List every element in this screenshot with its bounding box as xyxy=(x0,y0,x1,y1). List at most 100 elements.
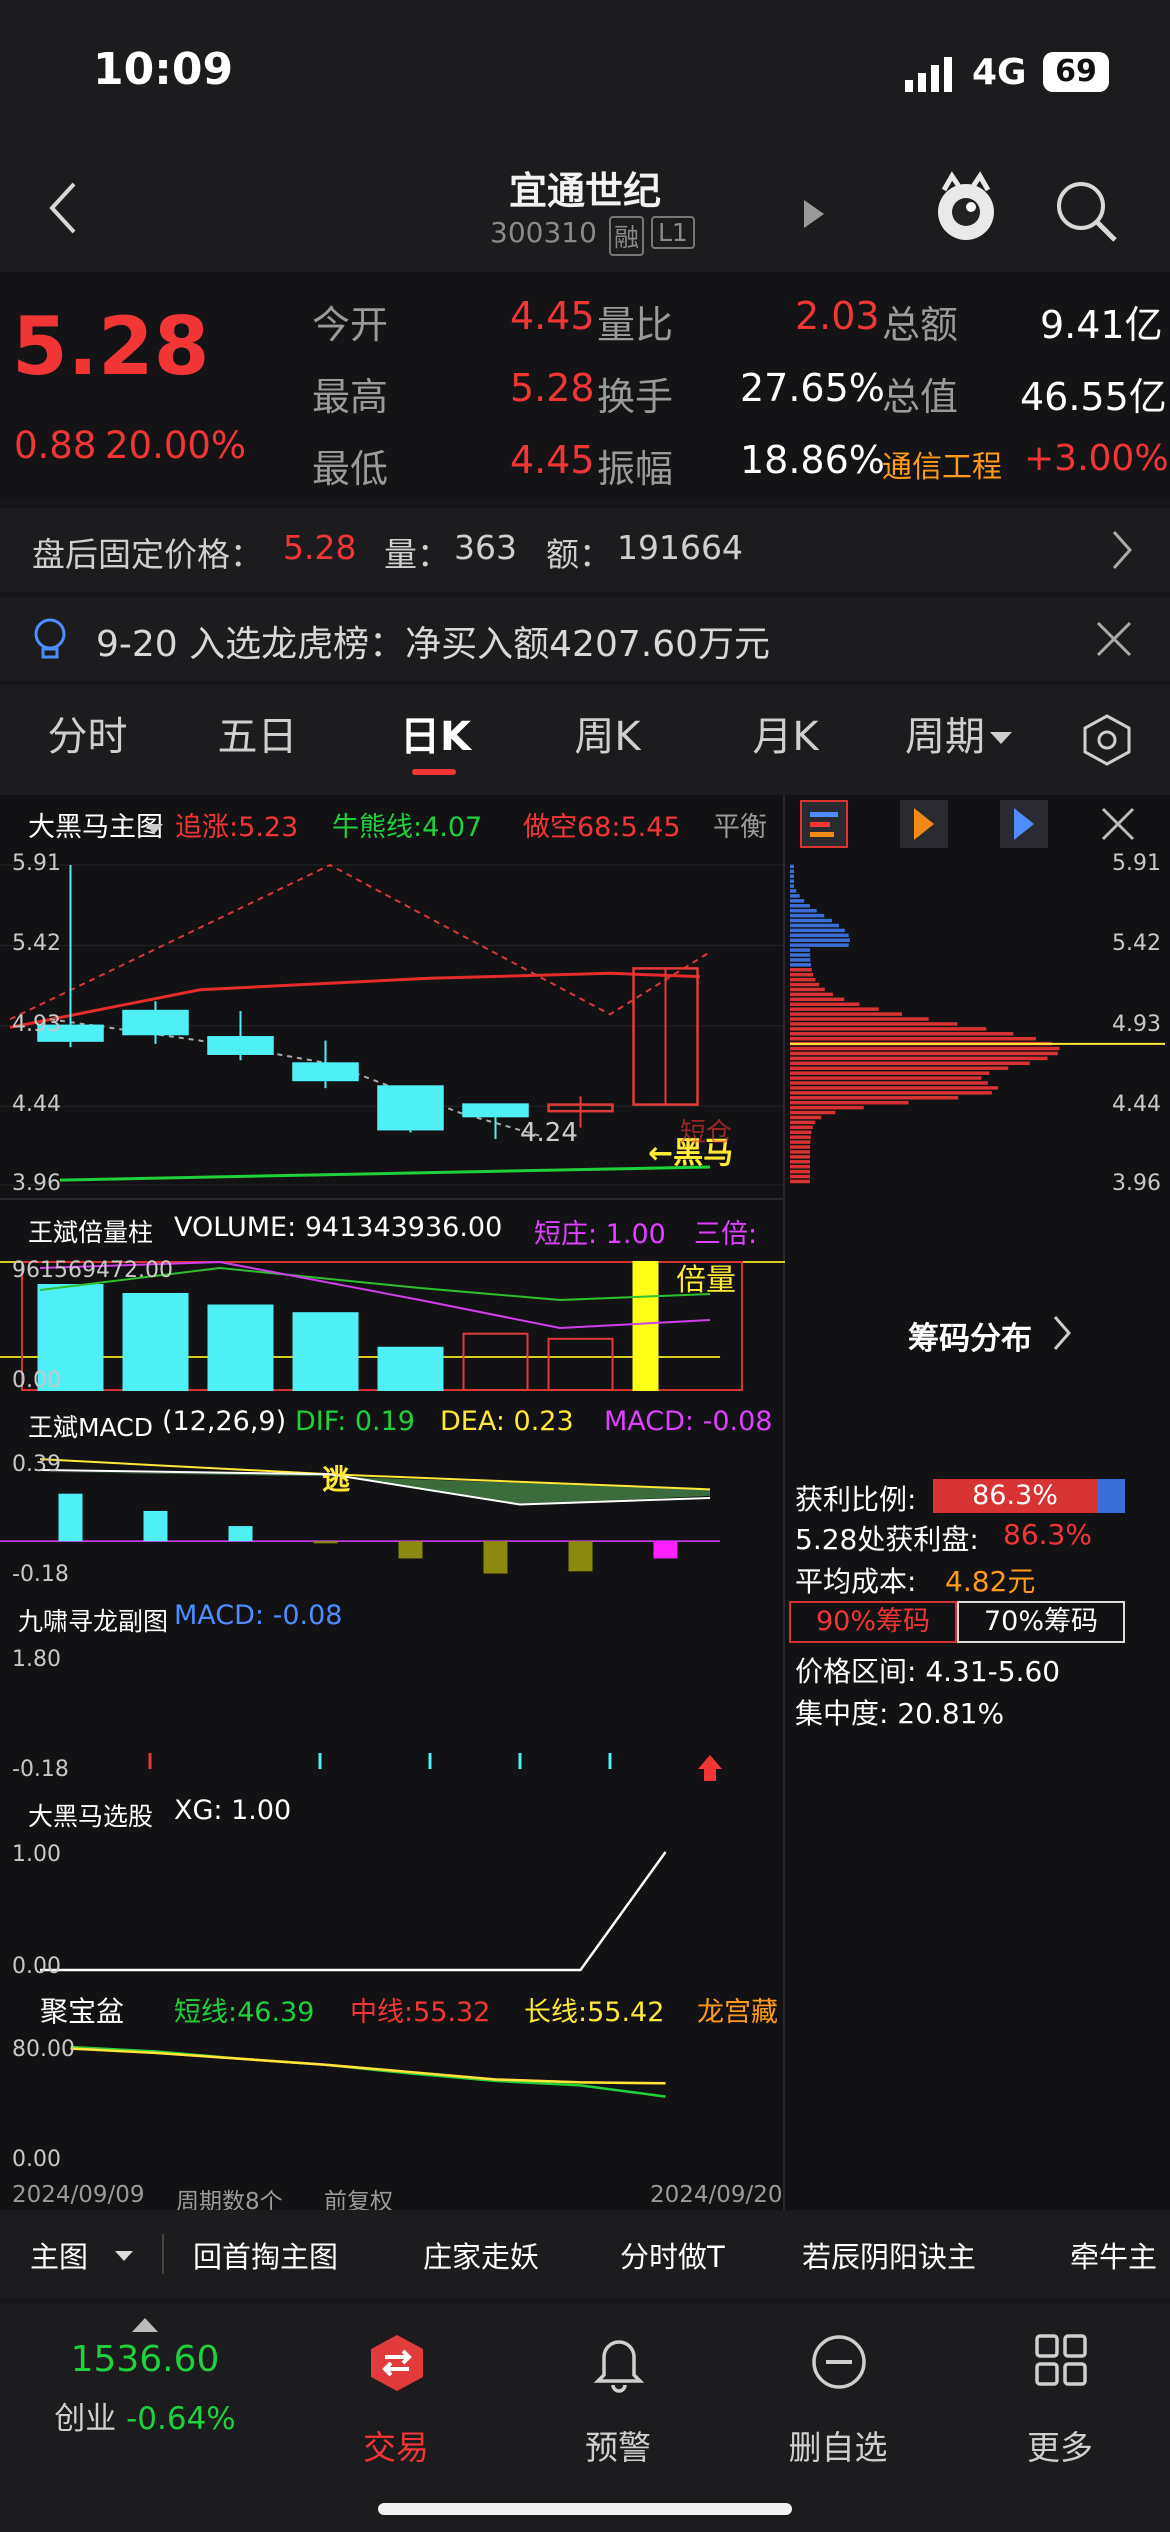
index-change[interactable]: 创业 -0.64% xyxy=(0,2393,290,2438)
jbp-short: 短线:46.39 xyxy=(174,1997,315,2028)
note-duancang: 短仓 xyxy=(680,1118,733,1148)
indicator-main[interactable]: 主图 xyxy=(30,2234,88,2276)
chip-mode-icon-3[interactable] xyxy=(1000,800,1048,848)
indicator-1[interactable]: 回首掏主图 xyxy=(193,2234,338,2276)
indicator-4[interactable]: 若辰阴阳诀主 xyxy=(802,2234,976,2276)
tab-intraday[interactable]: 分时 xyxy=(20,685,155,795)
close-icon[interactable] xyxy=(1094,619,1134,663)
level-tag: L1 xyxy=(651,216,695,249)
tab-five-day[interactable]: 五日 xyxy=(190,685,325,795)
chip-bar xyxy=(790,1076,982,1080)
next-stock-icon[interactable] xyxy=(802,198,826,234)
after-hours-row[interactable]: 盘后固定价格： 5.28 量： 363 额： 191664 xyxy=(0,508,1170,592)
search-icon[interactable] xyxy=(1053,178,1119,248)
jx-arrow-stem xyxy=(704,1769,716,1781)
index-value-text: 1536.60 xyxy=(70,2339,220,2380)
candle-body xyxy=(122,1009,189,1036)
volume-bar xyxy=(207,1304,274,1392)
macd-value: MACD: -0.08 xyxy=(604,1406,773,1437)
remove-label: 删自选 xyxy=(788,2428,888,2467)
chip-bar xyxy=(790,1081,988,1085)
chip-chevron-icon[interactable] xyxy=(1052,1314,1072,1356)
vol-panel-title[interactable]: 王斌倍量柱 xyxy=(28,1213,153,1249)
tab-active-indicator xyxy=(412,769,456,775)
profit-ratio-value: 86.3% xyxy=(933,1479,1097,1513)
macd-tag: 逃 xyxy=(322,1463,351,1496)
chip-bar xyxy=(790,1150,811,1154)
jx-title[interactable]: 九啸寻龙副图 xyxy=(18,1602,168,1638)
chip-close-icon[interactable] xyxy=(1100,806,1136,846)
volume-bar xyxy=(377,1346,444,1392)
tab-period[interactable]: 周期 xyxy=(885,685,1005,795)
tab-monthly-k[interactable]: 月K xyxy=(718,685,853,795)
chip-bar xyxy=(790,879,794,883)
candle-body xyxy=(292,1062,359,1082)
grid-icon xyxy=(1034,2333,1088,2391)
macd-bar xyxy=(568,1541,593,1572)
chip-bar xyxy=(790,1120,816,1125)
jbp-line xyxy=(70,2047,666,2085)
jx-top-tick: 1.80 xyxy=(12,1647,61,1672)
chevron-right-icon[interactable] xyxy=(1110,528,1134,576)
settings-hex-icon[interactable] xyxy=(1080,713,1134,771)
chip-bar xyxy=(790,1071,990,1075)
index-value[interactable]: 1536.60 xyxy=(0,2339,290,2380)
macd-dea: DEA: 0.23 xyxy=(440,1406,574,1437)
chip-bar xyxy=(790,997,845,1002)
after-hours-amt: 191664 xyxy=(617,528,743,567)
sector-pct[interactable]: +3.00% xyxy=(1024,438,1169,479)
sector-name[interactable]: 通信工程 xyxy=(882,442,1002,486)
main-c: 做空68:5.45 xyxy=(523,812,681,843)
chip-bar xyxy=(790,982,820,987)
bull-bear-line xyxy=(59,1165,711,1182)
profit-at-price-label: 5.28处获利盘: xyxy=(795,1523,979,1556)
notice-row[interactable]: 9-20 入选龙虎榜：净买入额4207.60万元 xyxy=(0,597,1170,681)
price-tick: 4.44 xyxy=(12,1092,61,1118)
lightbulb-icon xyxy=(32,617,68,667)
tab-daily-k[interactable]: 日K xyxy=(368,685,503,795)
candle-body xyxy=(462,1103,529,1118)
alert-label: 预警 xyxy=(585,2428,651,2467)
chip-bar xyxy=(790,874,794,878)
dropdown-icon[interactable] xyxy=(145,812,163,843)
chip-bar xyxy=(790,1046,1060,1051)
chip-bar xyxy=(790,884,794,888)
last-price: 5.28 xyxy=(12,300,210,393)
jbp-title[interactable]: 聚宝盆 xyxy=(40,1990,124,2030)
candle-body xyxy=(207,1036,274,1055)
chip-bar xyxy=(790,1007,879,1011)
indicator-3[interactable]: 分时做T xyxy=(620,2234,725,2276)
jbp-d: 龙宫藏 xyxy=(697,1997,778,2028)
trade-label: 交易 xyxy=(363,2428,429,2467)
indicator-5[interactable]: 牵牛主 xyxy=(1070,2234,1157,2276)
chip-mode-icon[interactable] xyxy=(800,800,848,848)
macd-bar xyxy=(313,1541,338,1544)
vol-bottom-tick: 0.00 xyxy=(12,1368,61,1393)
main-chart-title[interactable]: 大黑马主图 xyxy=(28,805,163,844)
indicator-2[interactable]: 庄家走妖 xyxy=(423,2234,539,2276)
minus-circle-icon xyxy=(810,2333,868,2395)
xg-chart xyxy=(40,1851,667,1972)
chip-mode-icon-2[interactable] xyxy=(900,800,948,848)
tab-weekly-k[interactable]: 周K xyxy=(540,685,675,795)
volume-bar xyxy=(547,1337,614,1392)
chip-bar xyxy=(790,963,811,967)
mascot-icon[interactable] xyxy=(930,170,1002,250)
caret-down-icon[interactable] xyxy=(990,731,1012,750)
chip-bar xyxy=(790,1164,811,1169)
macd-title[interactable]: 王斌MACD xyxy=(28,1408,153,1444)
price-tick: 4.93 xyxy=(12,1011,61,1037)
chip-70-button[interactable]: 70%筹码 xyxy=(957,1601,1125,1643)
back-icon[interactable] xyxy=(44,178,84,242)
chip-price-tick: 4.44 xyxy=(1112,1092,1161,1118)
chip-title[interactable]: 筹码分布 xyxy=(908,1313,1032,1358)
volume-bar xyxy=(462,1332,529,1391)
chip-price-tick: 3.96 xyxy=(1112,1171,1161,1196)
chip-bar xyxy=(790,1110,836,1115)
chip-bar xyxy=(790,1135,811,1139)
stock-name: 宜通世纪 xyxy=(508,169,661,213)
xg-title[interactable]: 大黑马选股 xyxy=(28,1797,153,1833)
caret-down-icon[interactable] xyxy=(115,2248,133,2267)
concentration: 集中度: 20.81% xyxy=(795,1697,1005,1730)
chip-90-button[interactable]: 90%筹码 xyxy=(789,1601,957,1643)
